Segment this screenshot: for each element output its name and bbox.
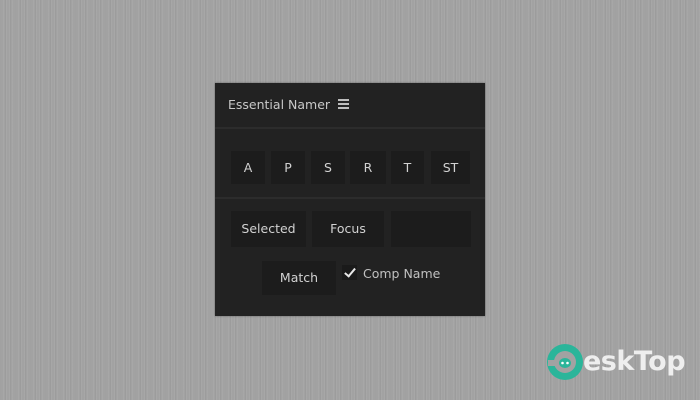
panel-title: Essential Namer [228, 97, 331, 112]
position-button[interactable]: P [271, 151, 305, 184]
hamburger-menu-icon[interactable] [338, 99, 349, 109]
desktop-watermark: eskTop [545, 340, 686, 384]
start-time-button[interactable]: ST [431, 151, 470, 184]
selected-button[interactable]: Selected [231, 211, 306, 247]
comp-name-checkbox[interactable] [342, 265, 357, 280]
checkmark-icon [344, 265, 356, 278]
rotation-button[interactable]: R [350, 151, 386, 184]
panel-header: Essential Namer [215, 83, 485, 129]
essential-namer-panel: Essential Namer A P S R T ST Selected Fo… [215, 83, 485, 316]
scale-button[interactable]: S [311, 151, 345, 184]
match-button[interactable]: Match [262, 261, 336, 295]
comp-name-label: Comp Name [363, 266, 441, 281]
opacity-button[interactable]: T [391, 151, 424, 184]
blank-button[interactable] [391, 211, 471, 247]
section-divider [215, 197, 485, 199]
watermark-text: eskTop [583, 346, 686, 377]
desktop-logo-icon [547, 344, 583, 380]
focus-button[interactable]: Focus [312, 211, 384, 247]
anchor-point-button[interactable]: A [231, 151, 265, 184]
